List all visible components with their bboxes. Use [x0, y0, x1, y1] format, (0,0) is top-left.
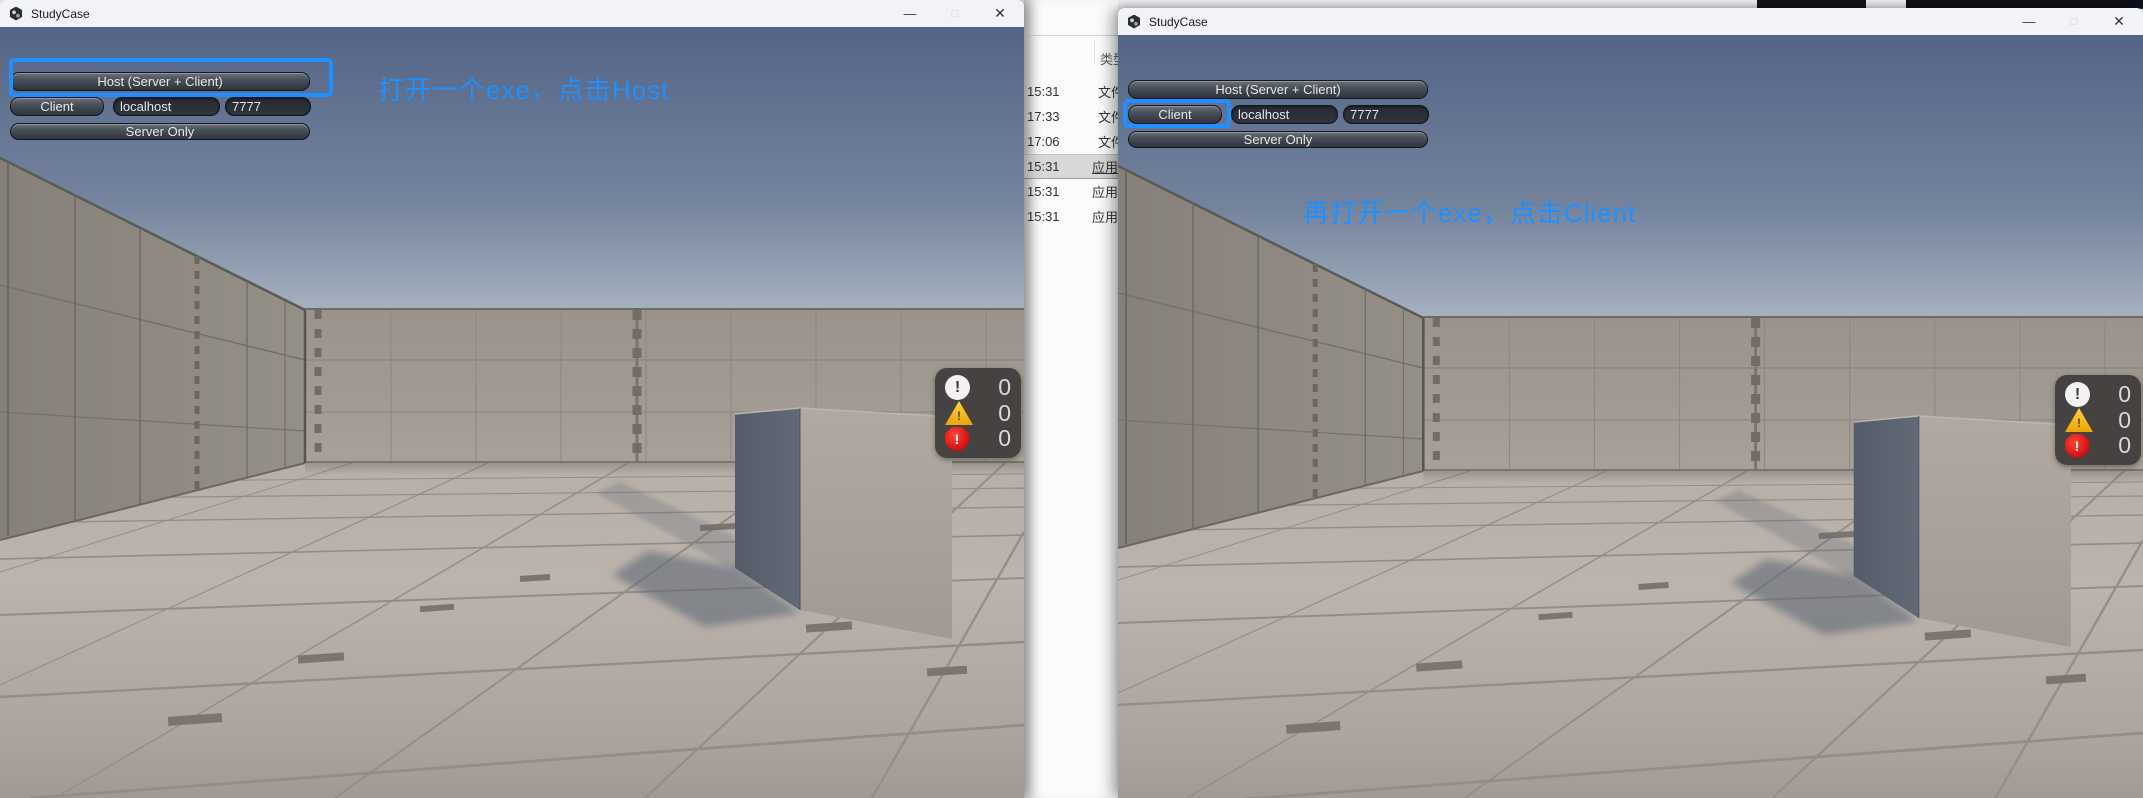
client-button[interactable]: Client: [10, 97, 104, 116]
annotation-text: 再打开一个exe，点击Client: [1303, 193, 1636, 230]
caption-buttons: — □ ✕: [894, 0, 1016, 27]
error-icon: !: [2065, 434, 2089, 458]
host-button[interactable]: Host (Server + Client): [10, 72, 310, 91]
close-button[interactable]: ✕: [984, 3, 1016, 25]
address-input[interactable]: [113, 97, 220, 116]
studycase-window-client: StudyCase — □ ✕ Host (Server + Client) C…: [1118, 8, 2143, 798]
port-input[interactable]: [1343, 105, 1429, 124]
minimize-button[interactable]: —: [894, 3, 926, 25]
desktop: 类型 15:31 文件夹 17:33 文件夹 17:06 文件夹 15:31 应…: [0, 0, 2143, 798]
scene-3d: [0, 27, 1024, 798]
file-modified-time: 15:31: [1027, 184, 1092, 199]
info-count: 0: [2118, 383, 2131, 406]
server-only-button[interactable]: Server Only: [10, 123, 310, 140]
scene-3d: [1118, 35, 2143, 798]
titlebar[interactable]: StudyCase — □ ✕: [0, 0, 1024, 27]
warning-count: 0: [2118, 409, 2131, 432]
warning-stat-row: ! 0: [945, 401, 1011, 426]
info-stat-row: ! 0: [945, 375, 1011, 400]
dev-stats-overlay[interactable]: ! 0 ! 0 ! 0: [935, 368, 1021, 458]
window-title: StudyCase: [1149, 15, 1208, 29]
app-icon: [9, 7, 23, 21]
titlebar[interactable]: StudyCase — □ ✕: [1118, 8, 2143, 35]
warning-count: 0: [998, 402, 1011, 425]
error-stat-row: ! 0: [945, 426, 1011, 451]
file-modified-time: 17:33: [1027, 109, 1098, 124]
warning-stat-row: ! 0: [2065, 408, 2131, 433]
client-button[interactable]: Client: [1128, 105, 1222, 124]
maximize-button[interactable]: □: [2058, 11, 2090, 33]
error-count: 0: [998, 427, 1011, 450]
maximize-button[interactable]: □: [939, 3, 971, 25]
annotation-text: 打开一个exe，点击Host: [378, 70, 669, 107]
file-modified-time: 15:31: [1027, 209, 1092, 224]
info-icon: !: [2065, 382, 2090, 407]
minimize-button[interactable]: —: [2013, 11, 2045, 33]
info-icon: !: [945, 375, 970, 400]
warning-icon: !: [2065, 408, 2093, 432]
game-viewport: Host (Server + Client) Client Server Onl…: [1118, 35, 2143, 798]
error-stat-row: ! 0: [2065, 433, 2131, 458]
error-count: 0: [2118, 434, 2131, 457]
studycase-window-host: StudyCase — □ ✕ Host (Server + Client) C…: [0, 0, 1024, 798]
file-modified-time: 17:06: [1027, 134, 1098, 149]
info-count: 0: [998, 376, 1011, 399]
address-input[interactable]: [1231, 105, 1338, 124]
host-button[interactable]: Host (Server + Client): [1128, 80, 1428, 99]
dev-stats-overlay[interactable]: ! 0 ! 0 ! 0: [2055, 375, 2141, 465]
window-title: StudyCase: [31, 7, 90, 21]
close-button[interactable]: ✕: [2103, 11, 2135, 33]
port-input[interactable]: [225, 97, 311, 116]
explorer-column-separator: [1094, 40, 1095, 64]
file-modified-time: 15:31: [1027, 84, 1098, 99]
app-icon: [1127, 15, 1141, 29]
error-icon: !: [945, 427, 969, 451]
game-viewport: Host (Server + Client) Client Server Onl…: [0, 27, 1024, 798]
caption-buttons: — □ ✕: [2013, 8, 2135, 35]
warning-icon: !: [945, 401, 973, 425]
file-modified-time: 15:31: [1027, 159, 1092, 174]
server-only-button[interactable]: Server Only: [1128, 131, 1428, 148]
info-stat-row: ! 0: [2065, 382, 2131, 407]
